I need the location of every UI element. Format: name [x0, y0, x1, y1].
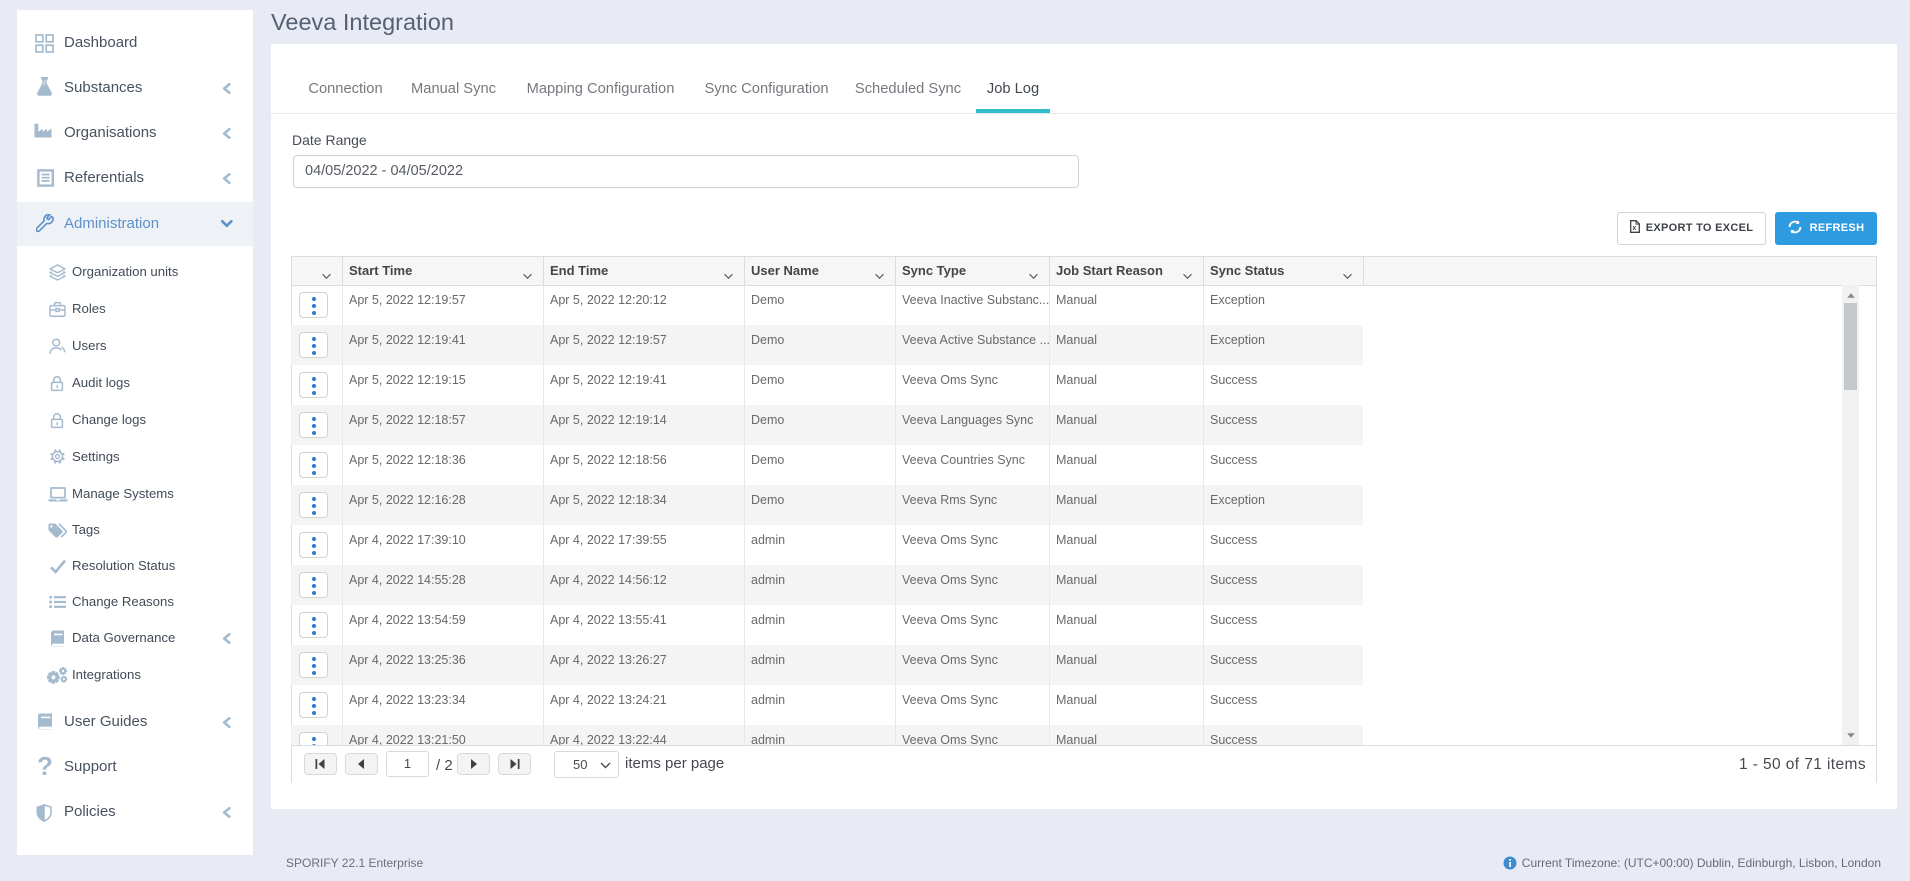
svg-text:x: x [1632, 225, 1636, 232]
